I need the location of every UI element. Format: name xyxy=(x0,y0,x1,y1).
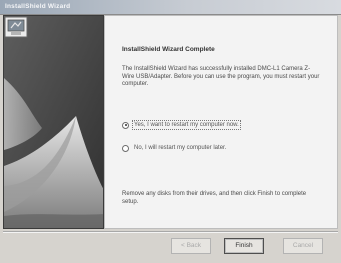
restart-later-option[interactable]: No, I will restart my computer later. xyxy=(122,143,322,153)
button-separator xyxy=(3,231,338,233)
finish-button[interactable]: Finish xyxy=(224,238,264,254)
wizard-content-panel: InstallShield Wizard Complete The Instal… xyxy=(104,15,338,229)
page-title: InstallShield Wizard Complete xyxy=(122,46,215,53)
restart-now-option[interactable]: Yes, I want to restart my computer now. xyxy=(122,120,322,130)
wizard-art-graphic xyxy=(4,16,103,228)
finish-instruction: Remove any disks from their drives, and … xyxy=(122,191,307,205)
title-bar[interactable]: InstallShield Wizard xyxy=(0,0,341,15)
completion-message: The InstallShield Wizard has successfull… xyxy=(122,66,320,87)
installshield-wizard-window: InstallShield Wizard InstallShield Wizar… xyxy=(0,0,341,263)
radio-restart-later[interactable] xyxy=(122,144,129,152)
window-title: InstallShield Wizard xyxy=(5,3,71,10)
restart-later-label[interactable]: No, I will restart my computer later. xyxy=(134,145,226,151)
cancel-button[interactable]: Cancel xyxy=(283,238,323,254)
restart-now-label[interactable]: Yes, I want to restart my computer now. xyxy=(132,120,241,130)
radio-restart-now[interactable] xyxy=(122,121,129,129)
setup-computer-icon xyxy=(4,16,28,38)
wizard-art-panel xyxy=(3,15,104,229)
back-button[interactable]: < Back xyxy=(171,238,211,254)
